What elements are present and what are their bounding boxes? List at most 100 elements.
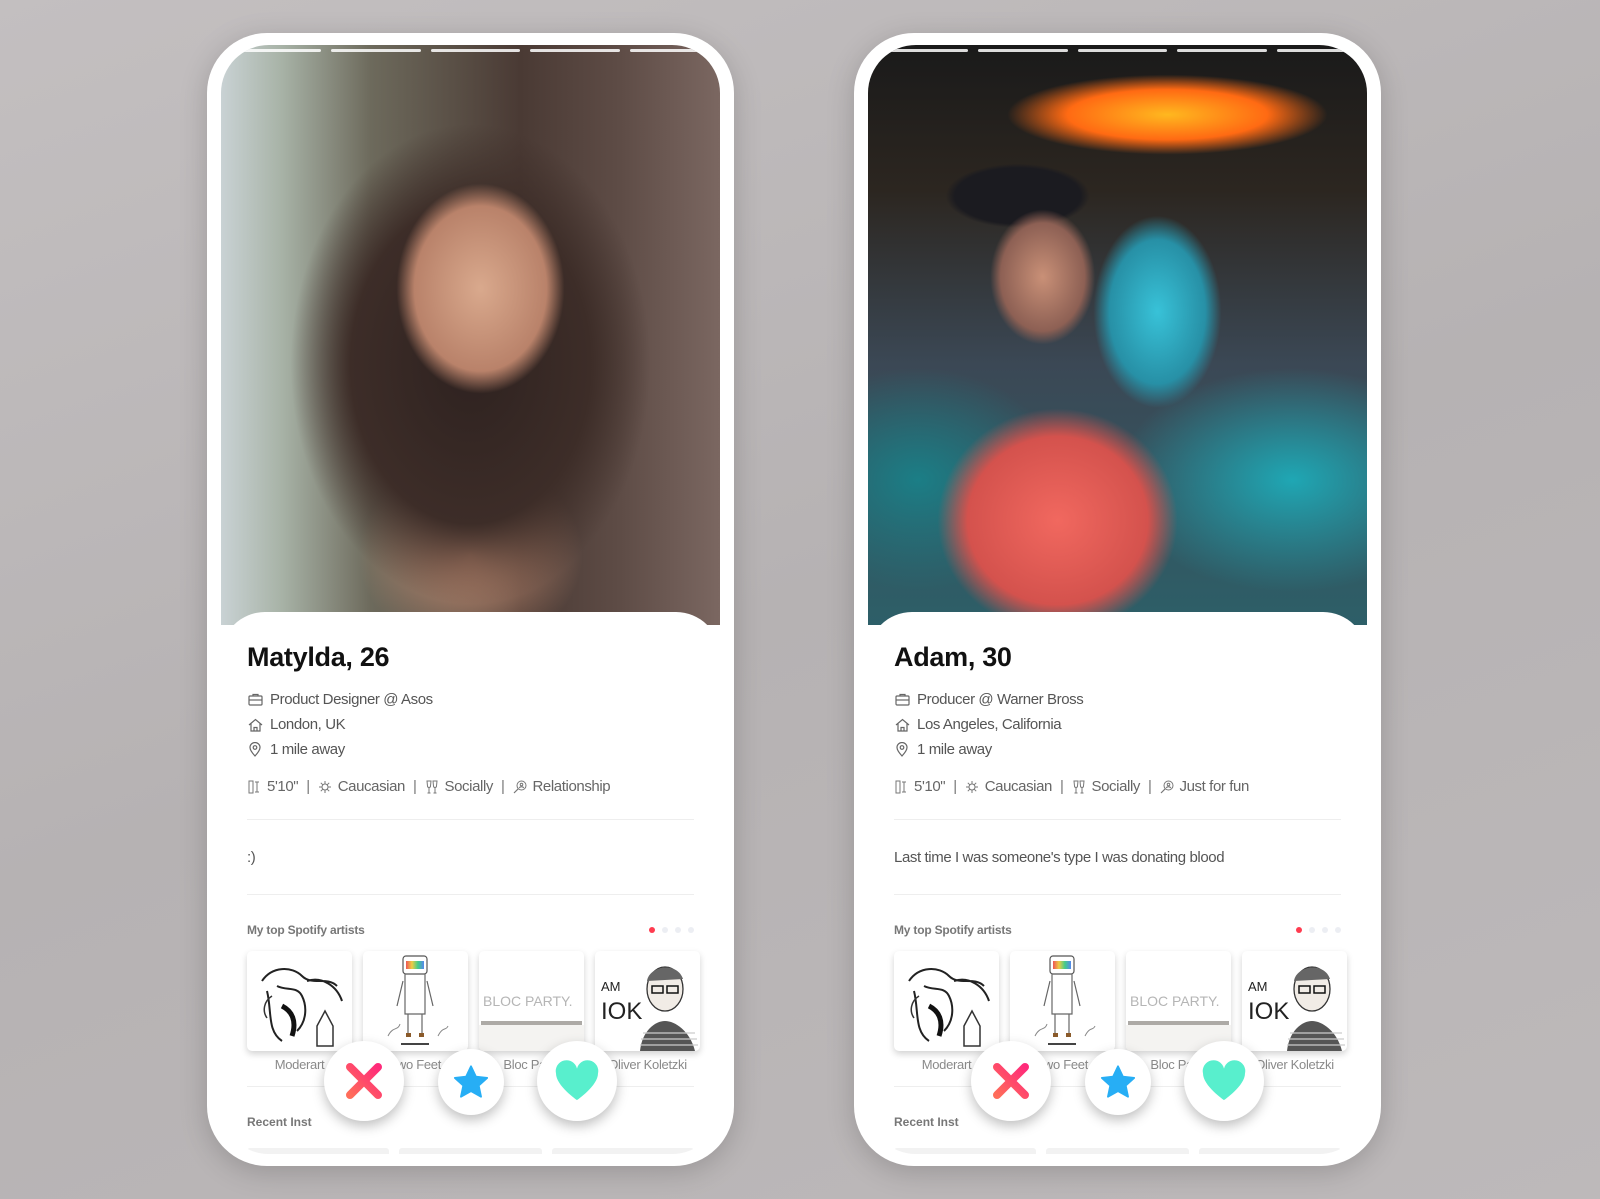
svg-text:AM: AM [601, 979, 621, 994]
nope-button[interactable] [971, 1041, 1051, 1121]
trait-separator: | [1148, 778, 1152, 795]
instagram-thumbnail[interactable] [1198, 1148, 1341, 1154]
spotify-header: My top Spotify artists [894, 923, 1341, 937]
job-text: Producer @ Warner Bross [917, 691, 1084, 708]
super-like-button[interactable] [1085, 1049, 1151, 1115]
height-icon [247, 780, 261, 794]
profile-card-matylda: Matylda, 26 Product Designer @ Asos Lond… [207, 33, 734, 1166]
svg-text:IOK: IOK [1248, 998, 1289, 1025]
briefcase-icon [247, 692, 263, 708]
instagram-thumbnail[interactable] [551, 1148, 694, 1154]
drinks-icon [425, 780, 439, 794]
artist-cover-two-feet[interactable] [1010, 951, 1115, 1051]
trait-ethnicity: Caucasian [984, 778, 1053, 795]
instagram-thumbnails[interactable] [894, 1148, 1341, 1154]
svg-text:AM: AM [1248, 979, 1268, 994]
phone-screen: Matylda, 26 Product Designer @ Asos Lond… [221, 45, 720, 1154]
super-like-button[interactable] [438, 1049, 504, 1115]
photo-progress-segment [330, 49, 421, 52]
page-dot-active[interactable] [1296, 927, 1302, 933]
artist-cover-oliver-koletzki[interactable]: AM IOK [1242, 951, 1347, 1051]
page-dot[interactable] [688, 927, 694, 933]
home-text: London, UK [270, 716, 346, 733]
heart-icon [1202, 1060, 1246, 1101]
job-row: Producer @ Warner Bross [894, 687, 1341, 712]
home-icon [247, 717, 263, 733]
job-text: Product Designer @ Asos [270, 691, 433, 708]
trait-separator: | [306, 778, 310, 795]
artist-cover-moderart[interactable] [894, 951, 999, 1051]
traits-row: 5'10" | Caucasian | Socially | Just for … [894, 778, 1341, 795]
page-dot-active[interactable] [649, 927, 655, 933]
photo-progress-segment [630, 49, 720, 52]
artist-cover-moderart[interactable] [247, 951, 352, 1051]
action-buttons [221, 1039, 720, 1129]
artist-cover-two-feet[interactable] [363, 951, 468, 1051]
like-button[interactable] [1184, 1041, 1264, 1121]
nope-button[interactable] [324, 1041, 404, 1121]
page-dot[interactable] [1309, 927, 1315, 933]
photo-progress-segment [231, 49, 321, 52]
nope-icon [346, 1063, 382, 1099]
artist-cover-bloc-party[interactable]: BLOC PARTY. [479, 951, 584, 1051]
photo-progress-segment [530, 49, 621, 52]
search-person-icon [1160, 780, 1174, 794]
profile-photo[interactable] [868, 45, 1367, 625]
distance-row: 1 mile away [894, 737, 1341, 762]
photo-progress-segment [1277, 49, 1367, 52]
photo-progress-segment [1177, 49, 1268, 52]
trait-height: 5'10" [914, 778, 946, 795]
profile-name: Matylda, 26 [247, 642, 390, 672]
spotify-header: My top Spotify artists [247, 923, 694, 937]
like-button[interactable] [537, 1041, 617, 1121]
spotify-title: My top Spotify artists [247, 923, 365, 937]
page-dot[interactable] [1335, 927, 1341, 933]
page-dot[interactable] [1322, 927, 1328, 933]
nope-icon [993, 1063, 1029, 1099]
trait-drinking: Socially [1091, 778, 1141, 795]
spotify-page-dots[interactable] [1296, 927, 1341, 933]
spotify-page-dots[interactable] [649, 927, 694, 933]
ethnicity-icon [318, 780, 332, 794]
instagram-thumbnail[interactable] [1046, 1148, 1189, 1154]
action-buttons [868, 1039, 1367, 1129]
svg-text:IOK: IOK [601, 998, 642, 1025]
trait-height: 5'10" [267, 778, 299, 795]
divider [894, 894, 1341, 895]
trait-drinking: Socially [444, 778, 494, 795]
cover-text: BLOC PARTY. [1130, 993, 1219, 1009]
location-pin-icon [247, 742, 263, 758]
search-person-icon [513, 780, 527, 794]
artist-cover-bloc-party[interactable]: BLOC PARTY. [1126, 951, 1231, 1051]
instagram-thumbnail[interactable] [399, 1148, 542, 1154]
home-icon [894, 717, 910, 733]
heart-icon [555, 1060, 599, 1101]
profile-card-adam: Adam, 30 Producer @ Warner Bross Los Ang… [854, 33, 1381, 1166]
instagram-thumbnail[interactable] [894, 1148, 1037, 1154]
trait-separator: | [413, 778, 417, 795]
photo-progress [221, 49, 720, 52]
instagram-thumbnails[interactable] [247, 1148, 694, 1154]
home-row: London, UK [247, 712, 694, 737]
home-row: Los Angeles, California [894, 712, 1341, 737]
ethnicity-icon [965, 780, 979, 794]
profile-photo[interactable] [221, 45, 720, 625]
phone-screen: Adam, 30 Producer @ Warner Bross Los Ang… [868, 45, 1367, 1154]
home-text: Los Angeles, California [917, 716, 1062, 733]
distance-text: 1 mile away [917, 741, 992, 758]
bio-text: Last time I was someone's type I was don… [894, 848, 1225, 866]
page-dot[interactable] [662, 927, 668, 933]
page-dot[interactable] [675, 927, 681, 933]
job-row: Product Designer @ Asos [247, 687, 694, 712]
height-icon [894, 780, 908, 794]
photo-progress-segment [1077, 49, 1168, 52]
artist-cover-oliver-koletzki[interactable]: AM IOK [595, 951, 700, 1051]
trait-looking-for: Relationship [532, 778, 611, 795]
distance-text: 1 mile away [270, 741, 345, 758]
photo-progress-segment [977, 49, 1068, 52]
location-pin-icon [894, 742, 910, 758]
profile-name: Adam, 30 [894, 642, 1012, 672]
instagram-thumbnail[interactable] [247, 1148, 390, 1154]
briefcase-icon [894, 692, 910, 708]
photo-progress-segment [430, 49, 521, 52]
